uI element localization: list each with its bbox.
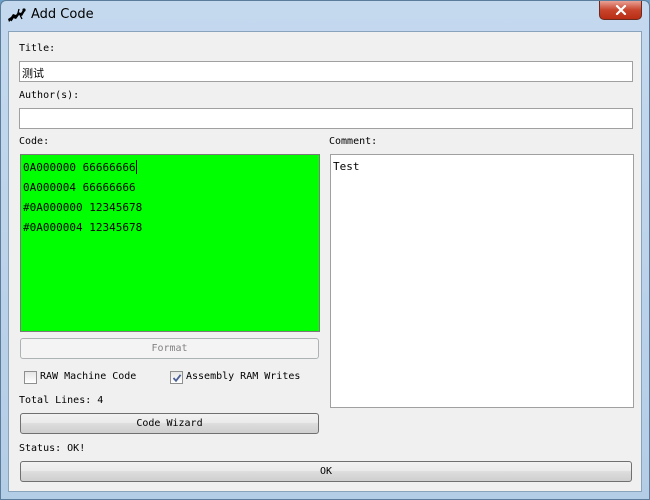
comment-label: Comment: [329,136,378,147]
code-line: #0A000004 12345678 [23,221,143,234]
assembly-ram-writes-label[interactable]: Assembly RAM Writes [186,371,300,382]
ok-button[interactable]: OK [20,461,632,482]
raw-machine-code-label[interactable]: RAW Machine Code [40,371,136,382]
comment-editor[interactable]: Test [330,154,634,408]
gecko-icon [8,8,26,22]
text-caret [135,160,137,174]
title-input[interactable]: 测试 [19,61,633,82]
add-code-window: Add Code Title: 测试 Author(s): Code: Comm… [0,0,650,500]
close-button[interactable] [599,1,642,20]
window-title: Add Code [31,7,94,22]
code-wizard-button[interactable]: Code Wizard [20,413,319,434]
code-editor[interactable]: 0A000000 66666666 0A000004 66666666 #0A0… [20,154,320,332]
title-label: Title: [19,43,56,54]
code-line: #0A000000 12345678 [23,201,143,214]
format-button[interactable]: Format [20,338,319,359]
close-icon [615,5,626,15]
checkmark-icon [172,374,182,383]
status-text: Status: OK! [19,443,86,454]
title-bar[interactable]: Add Code [1,1,649,31]
code-line: 0A000004 66666666 [23,181,136,194]
total-lines-text: Total Lines: 4 [19,395,104,406]
code-line: 0A000000 66666666 [23,160,137,174]
author-input[interactable] [19,108,633,129]
raw-machine-code-checkbox[interactable] [24,371,37,384]
code-label: Code: [19,136,50,147]
dialog-body: Title: 测试 Author(s): Code: Comment: 0A00… [8,31,642,492]
author-label: Author(s): [19,90,80,101]
assembly-ram-writes-checkbox[interactable] [170,371,183,384]
